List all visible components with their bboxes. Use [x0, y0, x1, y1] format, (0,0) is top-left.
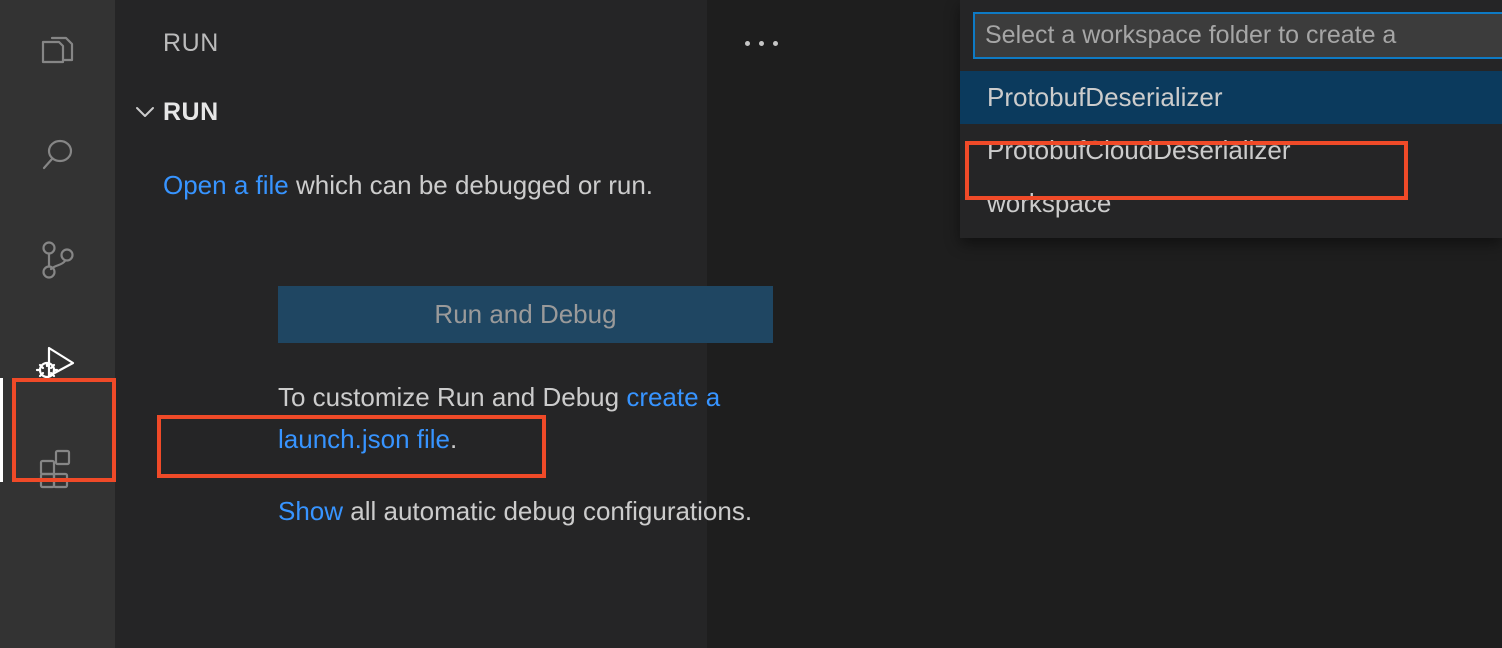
- run-and-debug-button[interactable]: Run and Debug: [278, 286, 773, 343]
- quick-pick-input-wrap: [960, 0, 1502, 71]
- quick-pick-item-protobuf-deserializer[interactable]: ProtobufDeserializer: [960, 71, 1502, 124]
- customize-suffix-text: .: [450, 424, 458, 454]
- ellipsis-dot: [772, 40, 778, 46]
- open-a-file-link[interactable]: Open a file: [163, 170, 289, 200]
- quick-pick-item-label: workspace: [987, 188, 1112, 218]
- run-section-header[interactable]: RUN: [115, 93, 707, 131]
- quick-pick-item-label: ProtobufDeserializer: [987, 82, 1223, 112]
- quick-pick-item-label: ProtobufCloudDeserializer: [987, 135, 1291, 165]
- activity-item-extensions[interactable]: [0, 416, 115, 520]
- show-rest-text: all automatic debug configurations.: [343, 496, 753, 526]
- sidebar-title-row: RUN: [115, 22, 778, 64]
- activity-item-source-control[interactable]: [0, 208, 115, 312]
- run-and-debug-icon: [32, 338, 84, 390]
- extensions-icon: [35, 445, 81, 491]
- quick-pick-item-protobuf-cloud-deserializer[interactable]: ProtobufCloudDeserializer: [960, 124, 1502, 177]
- show-all-configs-link[interactable]: Show: [278, 496, 343, 526]
- customize-prefix-text: To customize Run and Debug: [278, 382, 627, 412]
- files-icon: [35, 29, 81, 75]
- ellipsis-dot: [758, 40, 764, 46]
- chevron-down-icon: [127, 99, 163, 125]
- welcome-paragraph-customize: To customize Run and Debug create a laun…: [278, 376, 798, 460]
- activity-item-search[interactable]: [0, 104, 115, 208]
- activity-item-explorer[interactable]: [0, 0, 115, 104]
- ellipsis-dot: [744, 40, 750, 46]
- workspace-folder-quick-pick: ProtobufDeserializer ProtobufCloudDeseri…: [960, 0, 1502, 238]
- welcome-paragraph-show-configs: Show all automatic debug configurations.: [278, 490, 798, 532]
- debug-welcome-view: Open a file which can be debugged or run…: [163, 164, 673, 206]
- quick-pick-item-workspace[interactable]: workspace: [960, 177, 1502, 230]
- activity-bar: [0, 0, 115, 648]
- quick-pick-input[interactable]: [973, 12, 1502, 59]
- quick-pick-list: ProtobufDeserializer ProtobufCloudDeseri…: [960, 71, 1502, 230]
- page-title: RUN: [163, 29, 219, 57]
- run-and-debug-sidebar: RUN RUN Open a file which can be debugge…: [115, 0, 778, 648]
- source-control-icon: [35, 237, 81, 283]
- run-section-title: RUN: [163, 97, 219, 126]
- open-a-file-rest-text: which can be debugged or run.: [288, 170, 654, 200]
- activity-item-run-and-debug[interactable]: [0, 312, 115, 416]
- ellipsis-icon[interactable]: [739, 28, 783, 58]
- search-icon: [35, 133, 81, 179]
- welcome-paragraph-open-file: Open a file which can be debugged or run…: [163, 164, 673, 206]
